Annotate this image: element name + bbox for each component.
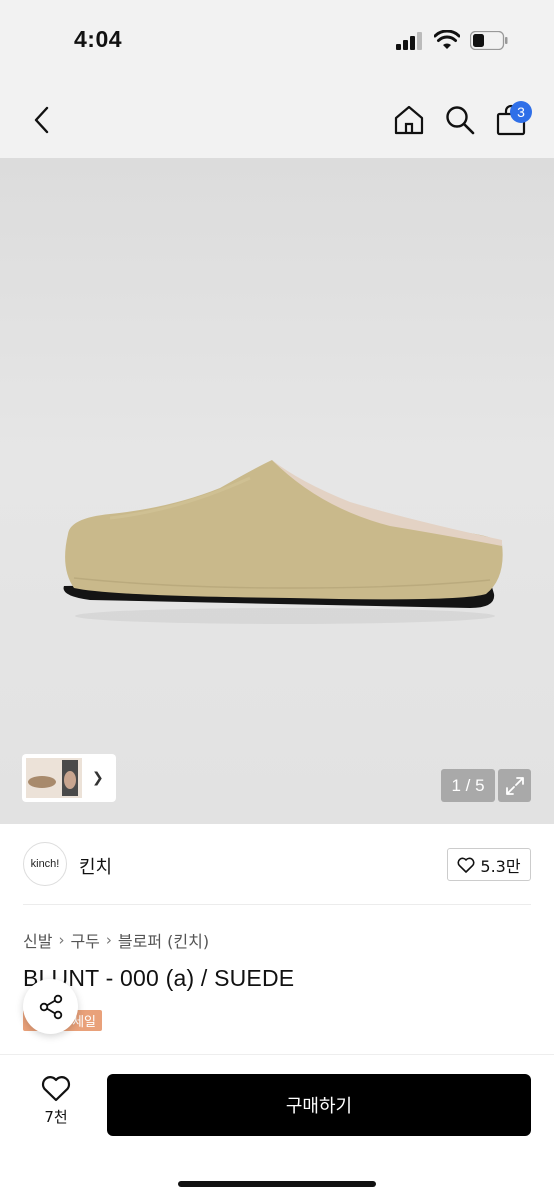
brand-logo[interactable]: kinch!: [23, 842, 67, 886]
wifi-icon: [434, 30, 460, 49]
chevron-right-icon[interactable]: ❯: [92, 770, 104, 786]
chevron-right-icon: ›: [105, 931, 112, 949]
thumbnail-strip[interactable]: ❯: [22, 754, 116, 802]
home-icon: [394, 105, 424, 135]
image-page-indicator: 1 / 5: [441, 769, 495, 802]
wishlist-count: 7천: [44, 1108, 68, 1126]
cellular-signal-icon: [396, 32, 422, 50]
wishlist-button[interactable]: 7천: [26, 1075, 86, 1135]
brand-like-count: 5.3만: [480, 856, 521, 876]
buy-button[interactable]: 구매하기: [107, 1074, 531, 1136]
divider: [23, 904, 531, 905]
home-indicator[interactable]: [178, 1181, 376, 1187]
product-image-gallery[interactable]: ❯ 1 / 5: [0, 158, 554, 824]
breadcrumb: 신발 › 구두 › 블로퍼 (킨치): [23, 928, 209, 952]
breadcrumb-item[interactable]: 신발: [23, 928, 52, 952]
battery-icon: [470, 31, 508, 50]
fullscreen-button[interactable]: [498, 769, 531, 802]
brand-like-button[interactable]: 5.3만: [447, 848, 531, 881]
status-bar: 4:04: [0, 0, 554, 80]
share-icon: [39, 994, 62, 1019]
share-button[interactable]: [23, 979, 78, 1034]
cart-count-badge: 3: [510, 101, 532, 123]
breadcrumb-item[interactable]: 블로퍼 (킨치): [118, 928, 209, 952]
expand-icon: [505, 776, 524, 795]
brand-name[interactable]: 킨치: [79, 853, 112, 879]
search-button[interactable]: [441, 100, 479, 140]
heart-icon: [41, 1076, 71, 1102]
top-nav-bar: [0, 80, 554, 158]
chevron-left-icon: [34, 106, 49, 134]
brand-row[interactable]: kinch! 킨치 5.3만: [0, 824, 554, 904]
product-image: [63, 460, 503, 624]
bottom-action-bar: 7천 구매하기: [0, 1054, 554, 1200]
breadcrumb-item[interactable]: 구두: [70, 928, 99, 952]
heart-icon: [457, 857, 475, 873]
chevron-right-icon: ›: [58, 931, 65, 949]
home-button[interactable]: [390, 100, 428, 140]
search-icon: [446, 106, 475, 135]
status-time: 4:04: [74, 26, 123, 52]
thumbnail-image[interactable]: [26, 758, 82, 798]
back-button[interactable]: [24, 102, 58, 138]
